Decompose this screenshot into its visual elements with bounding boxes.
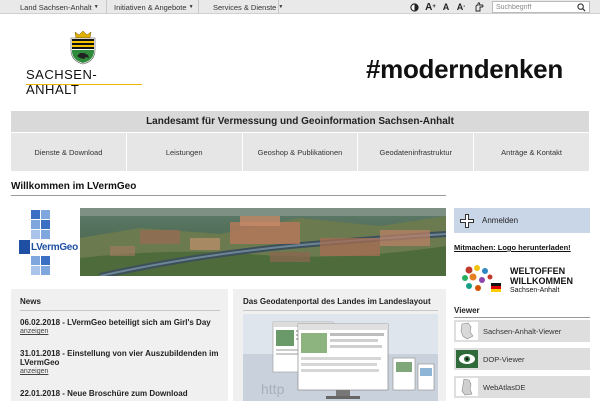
coat-of-arms-logo[interactable] [68,30,98,65]
nav-geodateninfrastruktur[interactable]: Geodateninfrastruktur [358,133,475,171]
news-item-link[interactable]: anzeigen [20,328,225,335]
caret-down-icon: ▼ [188,4,194,10]
lvermgeo-logo-text: LVermGeo [31,242,78,253]
viewer-divider [454,317,590,318]
font-size-large-label: A [425,1,433,13]
topnav-land-sachsen-anhalt[interactable]: Land Sachsen-Anhalt ▼ [20,0,99,14]
portal-divider [243,310,438,311]
nav-antraege-kontakt[interactable]: Anträge & Kontakt [474,133,589,171]
germany-map-icon [456,378,478,396]
topnav-label: Services & Dienste [213,2,277,12]
weltoffen-line2: WILLKOMMEN [510,276,573,286]
news-item-title[interactable]: 31.01.2018 - Einstellung von vier Auszub… [20,349,225,367]
page-title: Willkommen im LVermGeo [11,181,137,192]
caret-down-icon: ▼ [278,4,284,10]
aerial-city-banner [80,208,446,276]
topnav-initiativen[interactable]: Initiativen & Angebote ▼ [114,0,194,14]
search-icon[interactable] [577,3,586,14]
campaign-hashtag: #moderndenken [366,54,563,84]
contrast-icon[interactable] [408,1,420,13]
news-item: 31.01.2018 - Einstellung von vier Auszub… [20,349,225,375]
viewer-label: WebAtlasDE [483,382,526,392]
viewer-heading: Viewer [454,306,480,315]
brand-underline [26,84,142,85]
geoportal-panel: Das Geodatenportal des Landes im Landesl… [233,289,446,401]
topnav-divider [106,0,107,14]
login-button[interactable]: Anmelden [454,208,590,233]
topnav-divider [278,0,279,14]
caret-down-icon: ▼ [93,4,99,10]
lvermgeo-logo: LVermGeo [11,208,79,276]
weltoffen-campaign-logo[interactable]: WELTOFFEN WILLKOMMEN Sachsen-Anhalt [458,263,588,301]
news-item-link[interactable]: anzeigen [20,368,225,375]
topnav-label: Land Sachsen-Anhalt [20,2,92,12]
news-item: 22.01.2018 - Neue Broschüre zum Download [20,389,225,398]
news-item-title[interactable]: 22.01.2018 - Neue Broschüre zum Download [20,389,225,398]
viewer-sachsen-anhalt[interactable]: Sachsen-Anhalt-Viewer [454,320,590,342]
nav-geoshop[interactable]: Geoshop & Publikationen [243,133,359,171]
geoportal-screenshot-image[interactable]: http [243,314,438,401]
nav-dienste-download[interactable]: Dienste & Download [11,133,127,171]
sign-language-icon[interactable] [473,1,485,13]
agency-title[interactable]: Landesamt für Vermessung und Geoinformat… [11,111,589,132]
search-box [492,1,590,13]
nav-leistungen[interactable]: Leistungen [127,133,243,171]
viewer-label: DOP-Viewer [483,354,525,364]
map-thumbnail-icon [456,322,478,340]
viewer-dop[interactable]: DOP-Viewer [454,348,590,370]
news-item-title[interactable]: 06.02.2018 - LVermGeo beteiligt sich am … [20,318,225,327]
login-label: Anmelden [482,216,519,225]
logo-download-link[interactable]: Mitmachen: Logo herunterladen! [454,243,571,252]
weltoffen-line3: Sachsen-Anhalt [510,287,560,294]
topnav-divider [198,0,199,14]
font-size-medium-label: A [442,2,450,12]
font-size-large-icon[interactable]: A + [425,1,436,13]
news-panel: News 06.02.2018 - LVermGeo beteiligt sic… [11,289,228,401]
svg-text:http: http [261,381,285,397]
viewer-webatlasde[interactable]: WebAtlasDE [454,376,590,398]
topnav-services[interactable]: Services & Dienste ▼ [213,0,283,14]
main-navigation: Dienste & Download Leistungen Geoshop & … [11,133,589,171]
search-input[interactable] [493,3,573,11]
font-size-medium-icon[interactable]: A [441,1,451,13]
viewer-label: Sachsen-Anhalt-Viewer [483,326,562,336]
title-divider [11,195,446,196]
portal-heading[interactable]: Das Geodatenportal des Landes im Landesl… [243,297,431,306]
eye-icon [456,350,478,368]
brand-wordmark[interactable]: SACHSEN-ANHALT [26,67,144,97]
topnav-label: Initiativen & Angebote [114,2,187,12]
font-size-small-icon[interactable]: A- [456,1,466,13]
weltoffen-line1: WELTOFFEN [510,266,566,276]
login-icon [460,213,474,228]
news-heading: News [20,297,41,306]
news-divider [20,310,220,311]
news-item: 06.02.2018 - LVermGeo beteiligt sich am … [20,318,225,335]
